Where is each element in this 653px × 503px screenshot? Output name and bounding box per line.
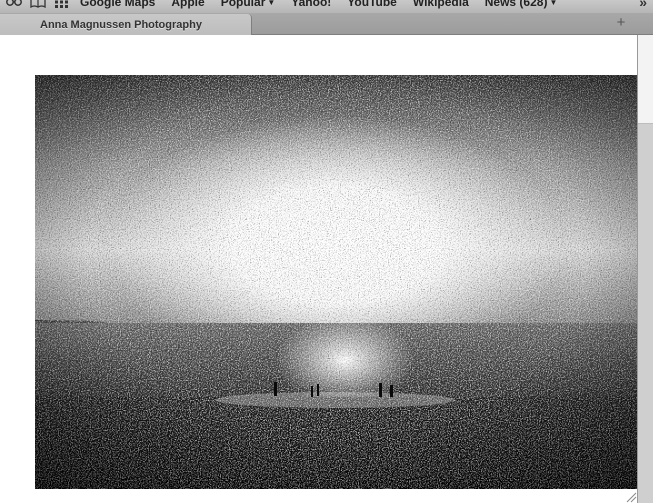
reading-list-icon[interactable] [4, 0, 24, 12]
bookmark-popular-menu[interactable]: Popular ▼ [221, 0, 276, 9]
browser-window: Google Maps Apple Popular ▼ Yahoo! YouTub… [0, 0, 653, 503]
bookmark-apple[interactable]: Apple [171, 0, 204, 9]
resize-grip-icon[interactable] [621, 487, 637, 503]
background-window-edge [637, 35, 653, 503]
beach-sunset-photo [35, 75, 637, 489]
new-tab-button[interactable]: + [613, 15, 629, 31]
bookmarks-book-icon[interactable] [28, 0, 48, 12]
top-sites-grid-icon[interactable] [52, 0, 72, 12]
tab-anna-magnussen-photography[interactable]: Anna Magnussen Photography [0, 14, 252, 35]
background-window-sliver [638, 35, 653, 124]
tab-bar: Anna Magnussen Photography + [0, 13, 653, 35]
chevron-down-icon: ▼ [267, 0, 276, 7]
page-content[interactable] [0, 35, 637, 503]
bookmarks-bar: Google Maps Apple Popular ▼ Yahoo! YouTub… [0, 0, 653, 13]
tab-title: Anna Magnussen Photography [40, 18, 202, 31]
bookmark-yahoo[interactable]: Yahoo! [291, 0, 331, 9]
bookmarks-overflow-button[interactable]: » [639, 0, 647, 10]
bookmark-news-menu[interactable]: News (628) ▼ [485, 0, 558, 9]
chevron-down-icon: ▼ [549, 0, 558, 7]
bookmark-google-maps[interactable]: Google Maps [80, 0, 155, 9]
bookmarks-row: Google Maps Apple Popular ▼ Yahoo! YouTub… [0, 0, 565, 12]
bookmark-wikipedia[interactable]: Wikipedia [413, 0, 469, 9]
bookmark-youtube[interactable]: YouTube [347, 0, 397, 9]
